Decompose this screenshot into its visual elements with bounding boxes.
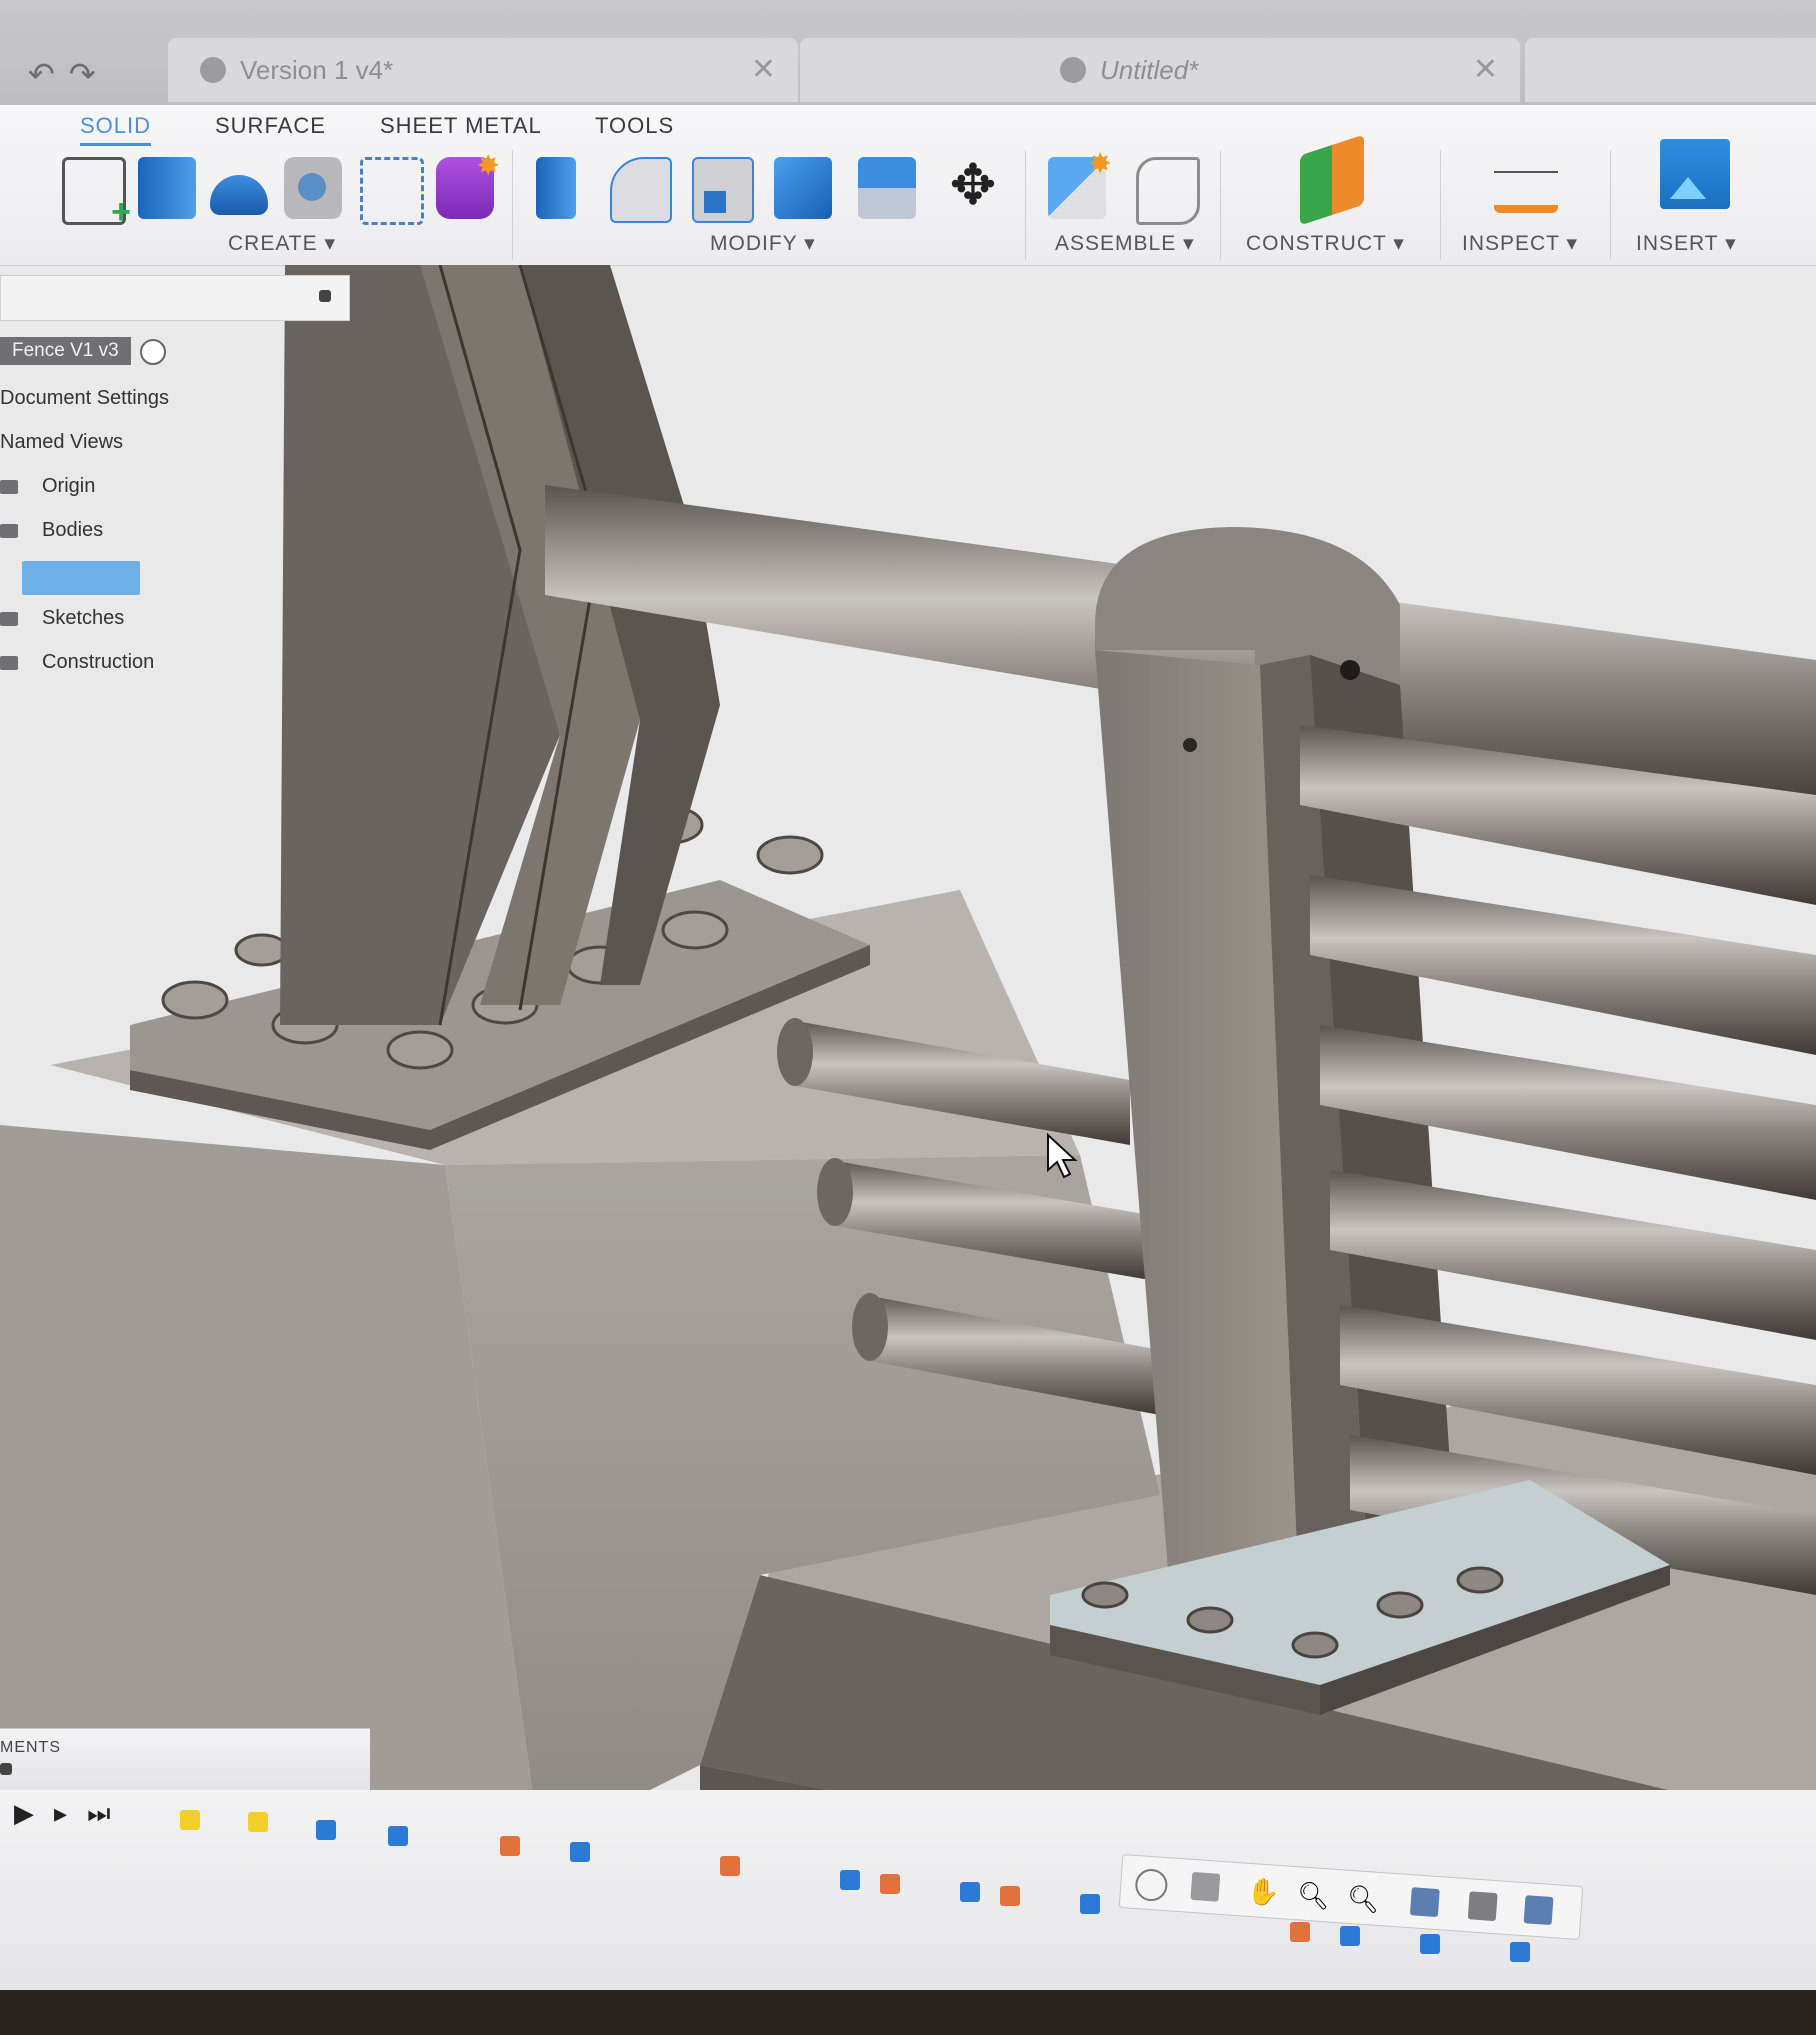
tab-version-1[interactable]: Version 1 v4* ✕ — [168, 38, 798, 102]
pin-icon[interactable] — [0, 1763, 12, 1775]
close-icon[interactable]: ✕ — [751, 52, 776, 87]
tab-untitled[interactable]: Untitled* ✕ — [800, 38, 1520, 102]
new-component-icon[interactable]: ✸ — [1048, 148, 1112, 219]
tab-solid[interactable]: SOLID — [80, 113, 152, 146]
node-origin[interactable]: Origin — [0, 475, 95, 498]
measure-icon[interactable] — [1494, 165, 1558, 213]
tab-label: Untitled* — [1100, 54, 1199, 85]
group-divider — [1440, 150, 1441, 260]
tab-label: Version 1 v4* — [240, 54, 394, 85]
document-tab-bar: ↶↷ Version 1 v4* ✕ Untitled* ✕ — [0, 0, 1816, 110]
hole-icon[interactable] — [284, 157, 342, 219]
comments-label: MENTS — [0, 1739, 61, 1756]
construct-menu[interactable]: CONSTRUCT ▾ — [1246, 231, 1405, 256]
split-body-icon[interactable] — [858, 157, 916, 219]
tab-surface[interactable]: SURFACE — [215, 113, 326, 139]
redo-icon[interactable]: ↷ — [69, 56, 110, 92]
activate-radio-icon[interactable] — [140, 339, 166, 365]
display-settings-icon[interactable] — [1409, 1887, 1440, 1918]
node-named-views[interactable]: Named Views — [0, 431, 123, 454]
inspect-menu[interactable]: INSPECT ▾ — [1462, 231, 1578, 256]
node-construction[interactable]: Construction — [0, 651, 154, 674]
comments-panel[interactable]: MENTS — [0, 1728, 370, 1791]
group-divider — [512, 150, 513, 260]
fusion-window: ↶↷ Version 1 v4* ✕ Untitled* ✕ SOLID SUR… — [0, 0, 1816, 1990]
undo-redo-controls[interactable]: ↶↷ — [28, 55, 110, 93]
pin-icon[interactable] — [319, 290, 331, 302]
node-sketches[interactable]: Sketches — [0, 607, 124, 630]
node-bodies[interactable]: Bodies — [0, 519, 103, 542]
node-document-settings[interactable]: Document Settings — [0, 387, 169, 410]
folder-icon — [0, 479, 18, 494]
tab-sheet-metal[interactable]: SHEET METAL — [380, 113, 542, 139]
play-icon[interactable]: ▶ — [14, 1798, 54, 1828]
group-divider — [1220, 150, 1221, 260]
node-label: Bodies — [42, 519, 104, 541]
node-label: Construction — [42, 651, 155, 673]
move-icon[interactable]: ✥ — [944, 157, 1002, 219]
pattern-icon[interactable] — [360, 157, 424, 225]
insert-menu[interactable]: INSERT ▾ — [1636, 231, 1737, 256]
create-menu[interactable]: CREATE ▾ — [228, 231, 336, 256]
combine-icon[interactable] — [774, 157, 832, 219]
extrude-icon[interactable] — [138, 157, 196, 219]
undo-icon[interactable]: ↶ — [28, 56, 69, 92]
revolve-icon[interactable] — [210, 175, 268, 215]
node-label: Origin — [42, 475, 96, 497]
folder-icon — [0, 611, 18, 626]
fillet-icon[interactable] — [610, 157, 672, 223]
group-divider — [1025, 150, 1026, 260]
document-icon — [200, 57, 226, 83]
node-label: Named Views — [0, 431, 124, 453]
skip-end-icon[interactable]: ⏭ — [87, 1798, 130, 1828]
zoom-icon[interactable]: 🔍︎ — [1296, 1879, 1331, 1911]
tab-more[interactable] — [1525, 38, 1816, 102]
close-icon[interactable]: ✕ — [1473, 52, 1498, 87]
offset-plane-icon[interactable] — [1300, 134, 1364, 226]
selected-body-item[interactable] — [22, 561, 140, 595]
insert-image-icon[interactable] — [1660, 139, 1730, 209]
folder-icon — [0, 523, 18, 538]
orbit-icon[interactable] — [1134, 1867, 1169, 1903]
create-form-icon[interactable]: ✸ — [436, 150, 500, 219]
node-label: Sketches — [42, 607, 125, 629]
press-pull-icon[interactable] — [536, 157, 576, 219]
viewports-icon[interactable] — [1523, 1895, 1554, 1926]
look-at-icon[interactable] — [1190, 1871, 1221, 1902]
browser-panel: Fence V1 v3 Document Settings Named View… — [0, 275, 350, 695]
joint-icon[interactable] — [1136, 157, 1200, 225]
shell-icon[interactable] — [692, 157, 754, 223]
grid-settings-icon[interactable] — [1467, 1891, 1498, 1922]
group-divider — [1610, 150, 1611, 260]
modify-menu[interactable]: MODIFY ▾ — [710, 231, 816, 256]
document-icon — [1060, 57, 1086, 83]
browser-root[interactable]: Fence V1 v3 — [0, 337, 131, 365]
folder-icon — [0, 655, 18, 670]
toolbar-ribbon: SOLID SURFACE SHEET METAL TOOLS + ✸ CREA… — [0, 105, 1816, 266]
create-sketch-icon[interactable]: + — [62, 157, 131, 231]
node-label: Document Settings — [0, 387, 169, 409]
assemble-menu[interactable]: ASSEMBLE ▾ — [1055, 231, 1195, 256]
fit-icon[interactable]: 🔍︎ — [1346, 1883, 1381, 1915]
browser-header[interactable] — [0, 275, 350, 321]
tab-tools[interactable]: TOOLS — [595, 113, 674, 139]
timeline-controls[interactable]: ▶▸⏭ — [14, 1798, 130, 1830]
pan-icon[interactable]: ✋ — [1246, 1876, 1280, 1908]
step-forward-icon[interactable]: ▸ — [54, 1798, 87, 1828]
